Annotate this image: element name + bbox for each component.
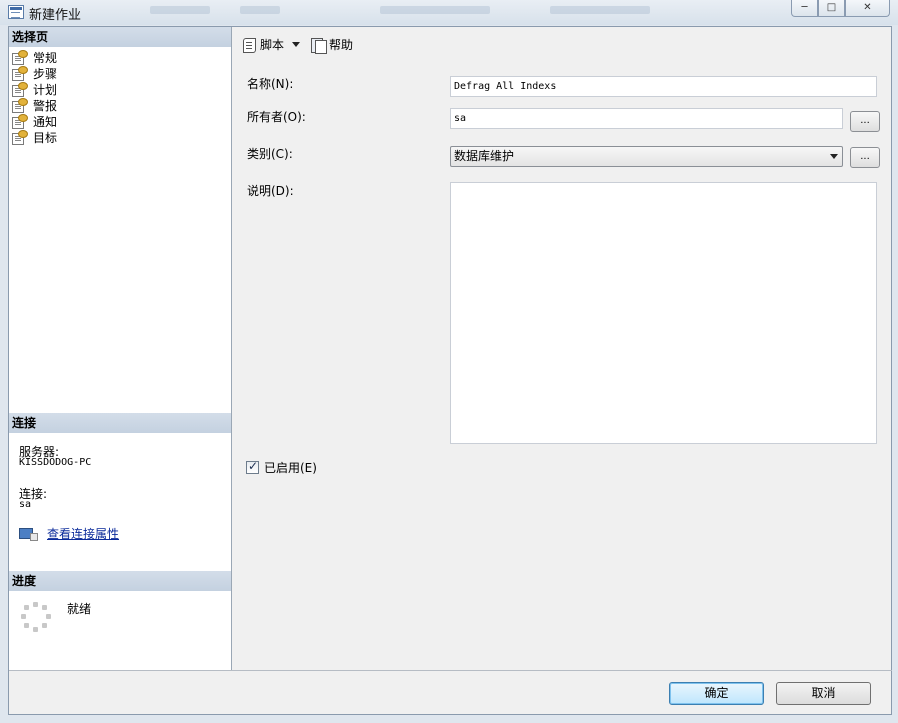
enabled-label: 已启用(E) [264,461,317,475]
connection-properties-icon [19,527,38,541]
script-button[interactable]: 脚本 [241,36,301,53]
category-browse-button[interactable]: ... [850,147,880,168]
category-value: 数据库维护 [454,149,515,163]
page-item-general[interactable]: 常规 [11,49,229,65]
connection-header: 连接 [9,413,231,433]
page-item-steps[interactable]: 步骤 [11,65,229,81]
toolbar: 脚本 帮助 [233,27,892,61]
window-title: 新建作业 [29,8,82,23]
left-pane: 选择页 常规 步骤 计划 警报 通知 目标 连接 服务器: KISSDODOG-… [9,27,232,670]
page-list: 常规 步骤 计划 警报 通知 目标 [11,49,229,145]
progress-status: 就绪 [67,602,92,616]
page-settings-icon [11,98,28,113]
category-label: 类别(C): [247,147,293,161]
chevron-down-icon [830,154,838,159]
title-bar: 新建作业 ─ □ ✕ [0,0,898,25]
help-button[interactable]: 帮助 [310,36,354,54]
background-taskbar-ghost [150,0,778,22]
script-icon [241,37,257,53]
select-page-header: 选择页 [9,27,231,47]
name-field[interactable]: Defrag All Indexs [450,76,877,97]
page-settings-icon [11,66,28,81]
page-item-label: 通知 [33,114,58,129]
view-connection-properties-link[interactable]: 查看连接属性 [47,525,119,542]
connection-value: sa [19,499,32,510]
name-label: 名称(N): [247,77,294,91]
page-item-label: 警报 [33,98,58,113]
page-item-alerts[interactable]: 警报 [11,97,229,113]
description-textarea[interactable] [450,182,877,444]
close-button[interactable]: ✕ [845,0,890,17]
chevron-down-icon[interactable] [292,42,301,47]
maximize-button[interactable]: □ [818,0,845,17]
app-icon [8,5,24,19]
description-label: 说明(D): [247,184,294,198]
page-item-notifications[interactable]: 通知 [11,113,229,129]
page-item-label: 目标 [33,130,58,145]
page-item-schedules[interactable]: 计划 [11,81,229,97]
page-item-label: 步骤 [33,66,58,81]
page-settings-icon [11,130,28,145]
page-settings-icon [11,82,28,97]
page-item-label: 计划 [33,82,58,97]
page-item-label: 常规 [33,50,58,65]
owner-field[interactable]: sa [450,108,843,129]
page-item-targets[interactable]: 目标 [11,129,229,145]
page-settings-icon [11,50,28,65]
enabled-checkbox-row[interactable]: 已启用(E) [246,459,317,476]
owner-label: 所有者(O): [247,110,306,124]
server-value: KISSDODOG-PC [19,457,92,468]
help-icon [310,37,327,54]
minimize-button[interactable]: ─ [791,0,818,17]
cancel-button[interactable]: 取消 [776,682,871,705]
help-label: 帮助 [329,38,354,52]
category-select[interactable]: 数据库维护 [450,146,843,167]
progress-header: 进度 [9,571,231,591]
enabled-checkbox[interactable] [246,459,259,474]
view-connection-properties[interactable]: 查看连接属性 [19,525,119,542]
dialog-frame: 选择页 常规 步骤 计划 警报 通知 目标 连接 服务器: KISSDODOG-… [8,26,892,715]
progress-spinner-icon [21,602,51,632]
owner-browse-button[interactable]: ... [850,111,880,132]
script-label: 脚本 [260,38,285,52]
ok-button[interactable]: 确定 [669,682,764,705]
page-settings-icon [11,114,28,129]
